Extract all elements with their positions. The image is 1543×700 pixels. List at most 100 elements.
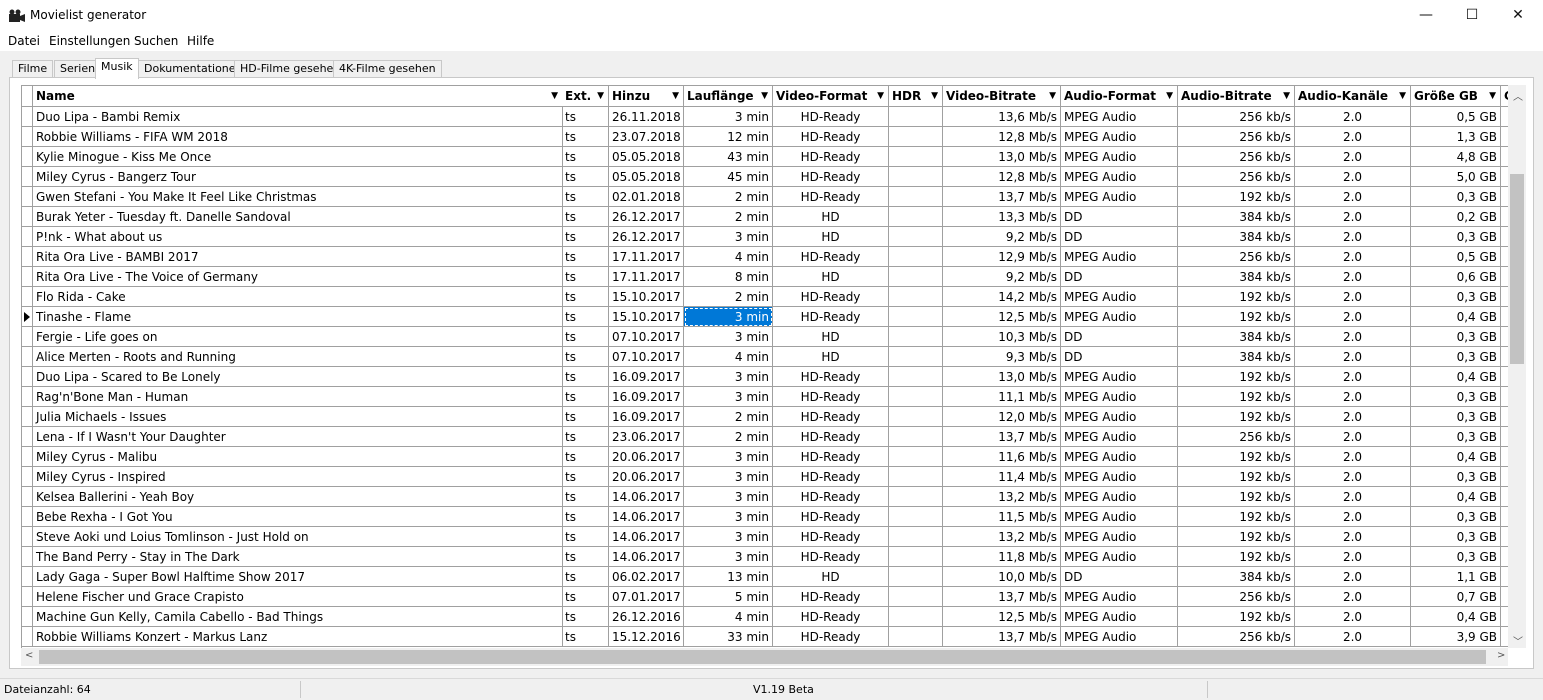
table-cell-name[interactable]: Miley Cyrus - Inspired [33, 467, 563, 487]
row-header[interactable] [22, 207, 33, 227]
table-cell-name[interactable]: Robbie Williams Konzert - Markus Lanz [33, 627, 563, 647]
dropdown-arrow-icon[interactable]: ▼ [551, 86, 558, 106]
table-cell-audio-kanaele[interactable]: 2.0 [1295, 347, 1411, 367]
column-header-laufl[interactable]: Lauflänge ▼ [684, 86, 773, 107]
row-header[interactable] [22, 547, 33, 567]
table-cell-hdr[interactable] [889, 287, 943, 307]
table-cell-name[interactable]: Burak Yeter - Tuesday ft. Danelle Sandov… [33, 207, 563, 227]
table-cell-video-bitrate[interactable]: 13,7 Mb/s [943, 587, 1061, 607]
table-cell-ext[interactable]: ts [562, 367, 609, 387]
table-cell-audio-kanaele[interactable]: 2.0 [1295, 267, 1411, 287]
table-cell-video-bitrate[interactable]: 11,4 Mb/s [943, 467, 1061, 487]
dropdown-arrow-icon[interactable]: ▼ [1049, 86, 1056, 106]
table-cell-ext[interactable]: ts [562, 287, 609, 307]
table-cell-video-format[interactable]: HD-Ready [773, 447, 889, 467]
table-cell-audio-format[interactable]: MPEG Audio [1061, 487, 1178, 507]
table-cell-hinzu[interactable]: 23.07.2018 [609, 127, 684, 147]
dropdown-arrow-icon[interactable]: ▼ [877, 86, 884, 106]
table-cell-video-format[interactable]: HD-Ready [773, 467, 889, 487]
table-cell-groesse[interactable]: 0,3 GB [1411, 527, 1501, 547]
table-cell-name[interactable]: Lena - If I Wasn't Your Daughter [33, 427, 563, 447]
row-header[interactable] [22, 527, 33, 547]
table-cell-groesse[interactable]: 0,5 GB [1411, 107, 1501, 127]
table-cell-name[interactable]: Julia Michaels - Issues [33, 407, 563, 427]
table-cell-audio-kanaele[interactable]: 2.0 [1295, 487, 1411, 507]
table-cell-groesse[interactable]: 0,5 GB [1411, 247, 1501, 267]
table-cell-video-format[interactable]: HD-Ready [773, 627, 889, 647]
table-cell-audio-kanaele[interactable]: 2.0 [1295, 587, 1411, 607]
table-cell-audio-kanaele[interactable]: 2.0 [1295, 607, 1411, 627]
table-cell-video-format[interactable]: HD-Ready [773, 187, 889, 207]
table-cell-ext[interactable]: ts [562, 147, 609, 167]
table-cell-hdr[interactable] [889, 527, 943, 547]
column-header-video-bitrate[interactable]: Video-Bitrate ▼ [943, 86, 1061, 107]
table-cell-audio-format[interactable]: MPEG Audio [1061, 107, 1178, 127]
table-cell-name[interactable]: Tinashe - Flame [33, 307, 563, 327]
table-cell-laufl[interactable]: 2 min [684, 287, 773, 307]
row-header[interactable] [22, 227, 33, 247]
table-cell-video-bitrate[interactable]: 12,5 Mb/s [943, 607, 1061, 627]
table-cell-laufl[interactable]: 8 min [684, 267, 773, 287]
table-cell-video-format[interactable]: HD-Ready [773, 167, 889, 187]
table-cell-laufl[interactable]: 3 min [684, 447, 773, 467]
table-cell-name[interactable]: Duo Lipa - Bambi Remix [33, 107, 563, 127]
table-cell-hinzu[interactable]: 15.10.2017 [609, 307, 684, 327]
table-cell-ext[interactable]: ts [562, 587, 609, 607]
row-header[interactable] [22, 507, 33, 527]
table-cell-laufl[interactable]: 3 min [684, 527, 773, 547]
table-cell-ext[interactable]: ts [562, 227, 609, 247]
table-cell-audio-format[interactable]: MPEG Audio [1061, 407, 1178, 427]
table-cell-ext[interactable]: ts [562, 547, 609, 567]
table-cell-audio-bitrate[interactable]: 384 kb/s [1178, 567, 1295, 587]
table-cell-audio-bitrate[interactable]: 256 kb/s [1178, 167, 1295, 187]
table-cell-audio-kanaele[interactable]: 2.0 [1295, 287, 1411, 307]
table-cell-hdr[interactable] [889, 467, 943, 487]
row-header[interactable] [22, 387, 33, 407]
table-cell-audio-bitrate[interactable]: 256 kb/s [1178, 247, 1295, 267]
table-cell-video-bitrate[interactable]: 9,3 Mb/s [943, 347, 1061, 367]
table-cell-audio-kanaele[interactable]: 2.0 [1295, 367, 1411, 387]
dropdown-arrow-icon[interactable]: ▼ [761, 86, 768, 106]
close-button[interactable]: ✕ [1495, 0, 1541, 31]
table-cell-video-bitrate[interactable]: 9,2 Mb/s [943, 227, 1061, 247]
table-cell-laufl[interactable]: 3 min [684, 367, 773, 387]
row-header[interactable] [22, 407, 33, 427]
column-header-name[interactable]: Name ▼ [33, 86, 563, 107]
table-cell-audio-bitrate[interactable]: 384 kb/s [1178, 327, 1295, 347]
table-cell-ext[interactable]: ts [562, 507, 609, 527]
table-cell-name[interactable]: Lady Gaga - Super Bowl Halftime Show 201… [33, 567, 563, 587]
column-header-groesse[interactable]: Größe GB ▼ [1411, 86, 1501, 107]
table-cell-laufl[interactable]: 3 min [684, 307, 773, 327]
table-cell-audio-format[interactable]: MPEG Audio [1061, 367, 1178, 387]
table-cell-hinzu[interactable]: 07.10.2017 [609, 347, 684, 367]
table-cell-laufl[interactable]: 5 min [684, 587, 773, 607]
row-header[interactable] [22, 167, 33, 187]
table-cell-groesse[interactable]: 0,3 GB [1411, 327, 1501, 347]
table-cell-ext[interactable]: ts [562, 247, 609, 267]
table-cell-hinzu[interactable]: 20.06.2017 [609, 447, 684, 467]
table-cell-video-format[interactable]: HD-Ready [773, 547, 889, 567]
dropdown-arrow-icon[interactable]: ▼ [1489, 86, 1496, 106]
table-cell-video-bitrate[interactable]: 13,7 Mb/s [943, 627, 1061, 647]
table-cell-audio-kanaele[interactable]: 2.0 [1295, 327, 1411, 347]
row-header[interactable] [22, 287, 33, 307]
table-cell-ext[interactable]: ts [562, 387, 609, 407]
table-cell-ext[interactable]: ts [562, 567, 609, 587]
table-cell-video-bitrate[interactable]: 11,6 Mb/s [943, 447, 1061, 467]
table-cell-name[interactable]: Steve Aoki und Loius Tomlinson - Just Ho… [33, 527, 563, 547]
table-cell-video-format[interactable]: HD-Ready [773, 127, 889, 147]
tab-musik[interactable]: Musik [95, 58, 139, 79]
table-cell-audio-format[interactable]: MPEG Audio [1061, 187, 1178, 207]
table-cell-video-bitrate[interactable]: 10,3 Mb/s [943, 327, 1061, 347]
table-cell-groesse[interactable]: 3,9 GB [1411, 627, 1501, 647]
table-cell-ext[interactable]: ts [562, 267, 609, 287]
table-cell-hinzu[interactable]: 06.02.2017 [609, 567, 684, 587]
table-cell-audio-format[interactable]: DD [1061, 267, 1178, 287]
table-cell-hdr[interactable] [889, 567, 943, 587]
table-cell-audio-bitrate[interactable]: 192 kb/s [1178, 367, 1295, 387]
row-header[interactable] [22, 587, 33, 607]
table-cell-video-bitrate[interactable]: 12,5 Mb/s [943, 307, 1061, 327]
column-header-audio-format[interactable]: Audio-Format ▼ [1061, 86, 1178, 107]
dropdown-arrow-icon[interactable]: ▼ [672, 86, 679, 106]
table-cell-hdr[interactable] [889, 427, 943, 447]
